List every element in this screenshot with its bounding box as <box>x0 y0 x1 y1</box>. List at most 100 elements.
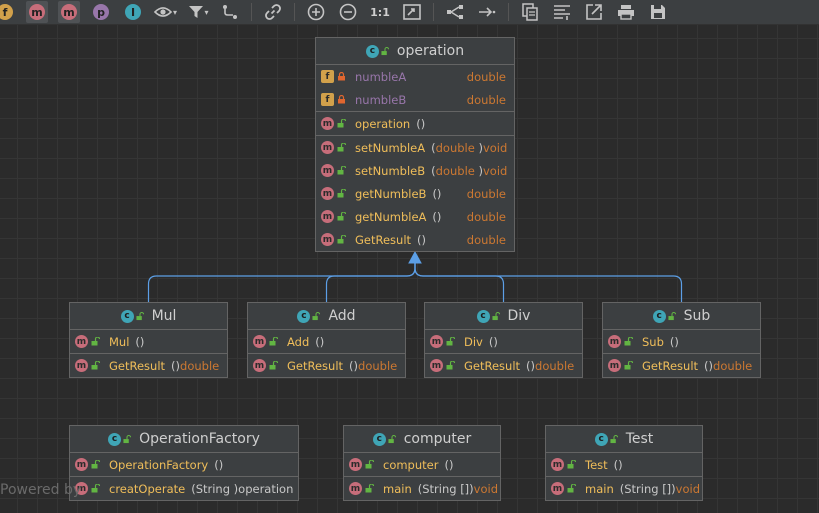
public-visibility-icon <box>567 484 576 493</box>
class-icon: c <box>120 309 134 323</box>
method-row[interactable]: m main (String []) void <box>344 477 500 500</box>
return-type: double <box>466 92 506 107</box>
member-params: () <box>669 334 679 349</box>
class-header: c OperationFactory <box>70 426 298 453</box>
public-visibility-icon <box>567 460 576 469</box>
public-visibility-icon <box>365 460 374 469</box>
method-icon: m <box>75 458 88 471</box>
method-row[interactable]: m Sub () <box>603 330 760 353</box>
member-section: m GetResult () double <box>603 354 760 377</box>
method-icon: m <box>321 233 334 246</box>
method-icon: m <box>321 164 334 177</box>
member-section: m GetResult () double <box>70 354 227 377</box>
public-visibility-icon <box>446 337 455 346</box>
class-box-computer[interactable]: c computer m computer () m main (String []) void <box>343 425 501 501</box>
method-row[interactable]: m computer () <box>344 453 500 476</box>
class-box-operation[interactable]: c operation f numbleA double f numbleB double m o… <box>315 37 515 252</box>
method-row[interactable]: m operation () <box>316 112 514 135</box>
class-box-operation-factory[interactable]: c OperationFactory m OperationFactory() m cre… <box>69 425 299 501</box>
public-visibility-icon <box>337 235 346 244</box>
method-icon: m <box>430 335 443 348</box>
public-visibility-icon <box>91 337 100 346</box>
return-type: double <box>466 232 506 247</box>
member-name: main <box>383 481 412 496</box>
method-row[interactable]: m Add () <box>248 330 405 353</box>
method-row[interactable]: m Test () <box>546 453 702 476</box>
method-row[interactable]: m GetResult() double <box>248 354 405 377</box>
member-name: numbleA <box>355 69 407 84</box>
method-icon: m <box>608 359 621 372</box>
class-name: Sub <box>683 308 711 324</box>
method-row[interactable]: m main (String []) void <box>546 477 702 500</box>
method-row[interactable]: m Mul () <box>70 330 227 353</box>
public-visibility-icon <box>269 337 278 346</box>
class-box-div[interactable]: c Div m Div() m GetResult() double <box>424 302 583 378</box>
method-row[interactable]: m setNumbleB (double ) void <box>316 159 514 182</box>
method-row[interactable]: m GetResult() double <box>425 354 582 377</box>
member-name: GetResult <box>464 358 521 373</box>
public-visibility-icon <box>610 434 618 443</box>
public-visibility-icon <box>668 311 676 320</box>
public-visibility-icon <box>269 361 278 370</box>
member-name: numbleB <box>355 92 407 107</box>
method-icon: m <box>551 458 564 471</box>
inheritance-edge-div <box>414 262 505 302</box>
member-section: m GetResult () double <box>425 354 582 377</box>
method-row[interactable]: m getNumbleA () double <box>316 205 514 228</box>
member-params: () <box>171 358 181 373</box>
member-params: () <box>444 457 454 472</box>
class-name: OperationFactory <box>139 431 260 447</box>
method-icon: m <box>75 335 88 348</box>
return-type: void <box>675 481 701 496</box>
return-type: double <box>466 209 506 224</box>
member-params: (String []) <box>619 481 676 496</box>
public-visibility-icon <box>337 143 346 152</box>
method-row[interactable]: m OperationFactory () <box>70 453 298 476</box>
class-header: c Div <box>425 303 582 330</box>
class-header: c Mul <box>70 303 227 330</box>
class-header: c Add <box>248 303 405 330</box>
public-visibility-icon <box>91 460 100 469</box>
method-row[interactable]: m setNumbleA (double ) void <box>316 136 514 159</box>
member-name: OperationFactory <box>109 457 209 472</box>
method-row[interactable]: m GetResult() double <box>316 228 514 251</box>
member-params: (double ) <box>431 140 483 155</box>
method-icon: m <box>430 359 443 372</box>
class-box-mul[interactable]: c Mul m Mul() m GetResult() double <box>69 302 228 378</box>
member-params: () <box>432 209 442 224</box>
inheritance-edge-sub <box>414 262 683 302</box>
method-row[interactable]: m GetResult() double <box>70 354 227 377</box>
public-visibility-icon <box>136 311 144 320</box>
member-params: () <box>488 334 498 349</box>
member-params: () <box>135 334 145 349</box>
method-icon: m <box>75 359 88 372</box>
public-visibility-icon <box>91 361 100 370</box>
method-row[interactable]: m creatOperate (String ) operation <box>70 477 298 500</box>
member-name: Add <box>287 334 310 349</box>
class-box-test[interactable]: c Test m Test() m main (String []) void <box>545 425 703 501</box>
generalization-arrowhead <box>408 250 422 264</box>
public-visibility-icon <box>388 434 396 443</box>
class-box-add[interactable]: c Add m Add() m GetResult() double <box>247 302 406 378</box>
method-row[interactable]: m getNumbleB () double <box>316 182 514 205</box>
public-visibility-icon <box>624 361 633 370</box>
method-row[interactable]: m GetResult() double <box>603 354 760 377</box>
inheritance-edge-mul <box>147 262 416 302</box>
diagram-canvas[interactable]: fmmpI ▾ ▾ 1:1 c operation f numbleA doub… <box>0 0 819 513</box>
field-row[interactable]: f numbleB double <box>316 88 514 111</box>
class-icon: c <box>652 309 666 323</box>
member-params: () <box>315 334 325 349</box>
member-name: main <box>585 481 614 496</box>
class-icon: c <box>372 432 386 446</box>
method-row[interactable]: m Div () <box>425 330 582 353</box>
field-row[interactable]: f numbleA double <box>316 65 514 88</box>
member-params: () <box>416 116 426 131</box>
class-header: c computer <box>344 426 500 453</box>
member-params: () <box>526 358 536 373</box>
return-type: double <box>180 358 220 373</box>
class-box-sub[interactable]: c Sub m Sub() m GetResult() double <box>602 302 761 378</box>
member-params: () <box>432 186 442 201</box>
member-section: m Test () <box>546 453 702 477</box>
class-name: operation <box>396 43 465 59</box>
public-visibility-icon <box>312 311 321 320</box>
